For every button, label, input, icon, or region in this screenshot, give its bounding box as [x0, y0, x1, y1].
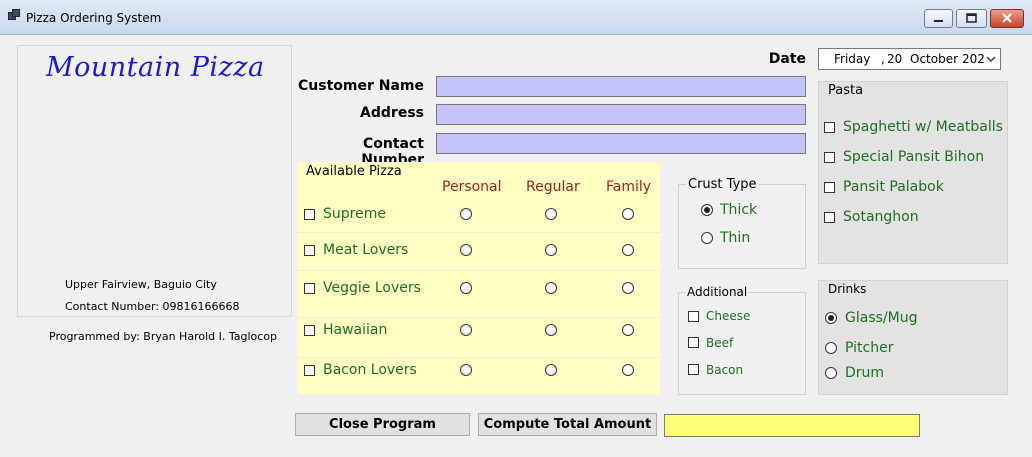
meat-lovers-personal-radio[interactable] — [460, 244, 472, 256]
pizza-checkbox-bacon-lovers[interactable] — [304, 365, 315, 376]
window-title: Pizza Ordering System — [26, 11, 162, 25]
additional-bacon-label: Bacon — [706, 363, 744, 377]
title-bar[interactable]: Pizza Ordering System — [0, 0, 1032, 35]
store-logo-text: Mountain Pizza — [46, 52, 265, 83]
drink-drum-label: Drum — [845, 365, 885, 381]
pizza-checkbox-veggie-lovers[interactable] — [304, 283, 315, 294]
pizza-label-veggie-lovers: Veggie Lovers — [323, 280, 421, 296]
minimize-button[interactable] — [924, 9, 953, 28]
additional-title: Additional — [685, 285, 750, 299]
crust-type-group — [678, 184, 806, 269]
hawaiian-family-radio[interactable] — [622, 324, 634, 336]
drink-glass-radio[interactable] — [825, 312, 837, 324]
pizza-label-bacon-lovers: Bacon Lovers — [323, 362, 417, 378]
date-label: Date — [768, 51, 806, 67]
store-info-panel: Mountain Pizza Upper Fairview, Baguio Ci… — [17, 45, 292, 317]
hawaiian-regular-radio[interactable] — [545, 324, 557, 336]
additional-beef-checkbox[interactable] — [688, 337, 699, 348]
meat-lovers-family-radio[interactable] — [622, 244, 634, 256]
pasta-spaghetti-checkbox[interactable] — [824, 122, 835, 133]
pizza-label-supreme: Supreme — [323, 206, 386, 222]
pizza-checkbox-supreme[interactable] — [304, 209, 315, 220]
supreme-regular-radio[interactable] — [545, 208, 557, 220]
pasta-group — [818, 81, 1008, 264]
size-header-family: Family — [606, 179, 652, 195]
available-pizza-group: Available Pizza Personal Regular Family … — [298, 162, 660, 394]
app-icon — [8, 9, 20, 21]
drink-glass-label: Glass/Mug — [845, 310, 918, 326]
pasta-spaghetti-label: Spaghetti w/ Meatballs — [843, 119, 1003, 135]
bacon-lovers-personal-radio[interactable] — [460, 364, 472, 376]
date-month: October — [910, 52, 959, 66]
veggie-lovers-regular-radio[interactable] — [545, 282, 557, 294]
crust-thin-label: Thin — [720, 230, 751, 246]
close-program-button[interactable]: Close Program — [295, 413, 470, 436]
address-field[interactable] — [436, 104, 806, 125]
pasta-bihon-checkbox[interactable] — [824, 152, 835, 163]
hawaiian-personal-radio[interactable] — [460, 324, 472, 336]
additional-cheese-checkbox[interactable] — [688, 311, 699, 322]
pasta-palabok-label: Pansit Palabok — [843, 179, 944, 195]
date-daynum: 20 — [887, 52, 903, 66]
store-address: Upper Fairview, Baguio City — [65, 278, 217, 291]
crust-thin-radio[interactable] — [701, 232, 713, 244]
customer-name-field[interactable] — [436, 76, 806, 97]
pasta-bihon-label: Special Pansit Bihon — [843, 149, 985, 165]
address-label: Address — [360, 105, 424, 121]
pizza-checkbox-hawaiian[interactable] — [304, 325, 315, 336]
compute-total-button[interactable]: Compute Total Amount — [478, 413, 657, 436]
close-window-button[interactable] — [990, 9, 1024, 28]
additional-bacon-checkbox[interactable] — [688, 364, 699, 375]
crust-type-title: Crust Type — [686, 177, 759, 192]
meat-lovers-regular-radio[interactable] — [545, 244, 557, 256]
veggie-lovers-family-radio[interactable] — [622, 282, 634, 294]
crust-thick-label: Thick — [720, 202, 758, 218]
date-separator: , — [881, 52, 885, 66]
pasta-title: Pasta — [826, 83, 866, 98]
programmer-credit: Programmed by: Bryan Harold I. Taglocop — [49, 330, 278, 343]
supreme-family-radio[interactable] — [622, 208, 634, 220]
bacon-lovers-family-radio[interactable] — [622, 364, 634, 376]
size-header-personal: Personal — [442, 179, 502, 195]
chevron-down-icon[interactable] — [985, 51, 997, 70]
date-picker[interactable]: Friday , 20 October 2023 — [818, 48, 1001, 70]
additional-beef-label: Beef — [706, 336, 734, 350]
total-amount-field[interactable] — [664, 414, 920, 437]
maximize-button[interactable] — [956, 9, 987, 28]
contact-number-field[interactable] — [436, 133, 806, 154]
additional-cheese-label: Cheese — [706, 309, 751, 323]
store-contact: Contact Number: 09816166668 — [65, 300, 240, 313]
drink-pitcher-label: Pitcher — [845, 340, 894, 356]
pizza-label-meat-lovers: Meat Lovers — [323, 242, 409, 258]
pasta-palabok-checkbox[interactable] — [824, 182, 835, 193]
customer-name-label: Customer Name — [298, 78, 424, 94]
date-year: 2023 — [962, 52, 984, 66]
pasta-sotanghon-checkbox[interactable] — [824, 212, 835, 223]
veggie-lovers-personal-radio[interactable] — [460, 282, 472, 294]
pizza-checkbox-meat-lovers[interactable] — [304, 245, 315, 256]
drinks-title: Drinks — [826, 282, 869, 296]
crust-thick-radio[interactable] — [701, 204, 713, 216]
date-day: Friday — [834, 52, 871, 66]
pasta-sotanghon-label: Sotanghon — [843, 209, 919, 225]
size-header-regular: Regular — [526, 179, 580, 195]
drink-drum-radio[interactable] — [825, 367, 837, 379]
drink-pitcher-radio[interactable] — [825, 342, 837, 354]
bacon-lovers-regular-radio[interactable] — [545, 364, 557, 376]
pizza-label-hawaiian: Hawaiian — [323, 322, 388, 338]
available-pizza-title: Available Pizza — [304, 164, 404, 179]
supreme-personal-radio[interactable] — [460, 208, 472, 220]
